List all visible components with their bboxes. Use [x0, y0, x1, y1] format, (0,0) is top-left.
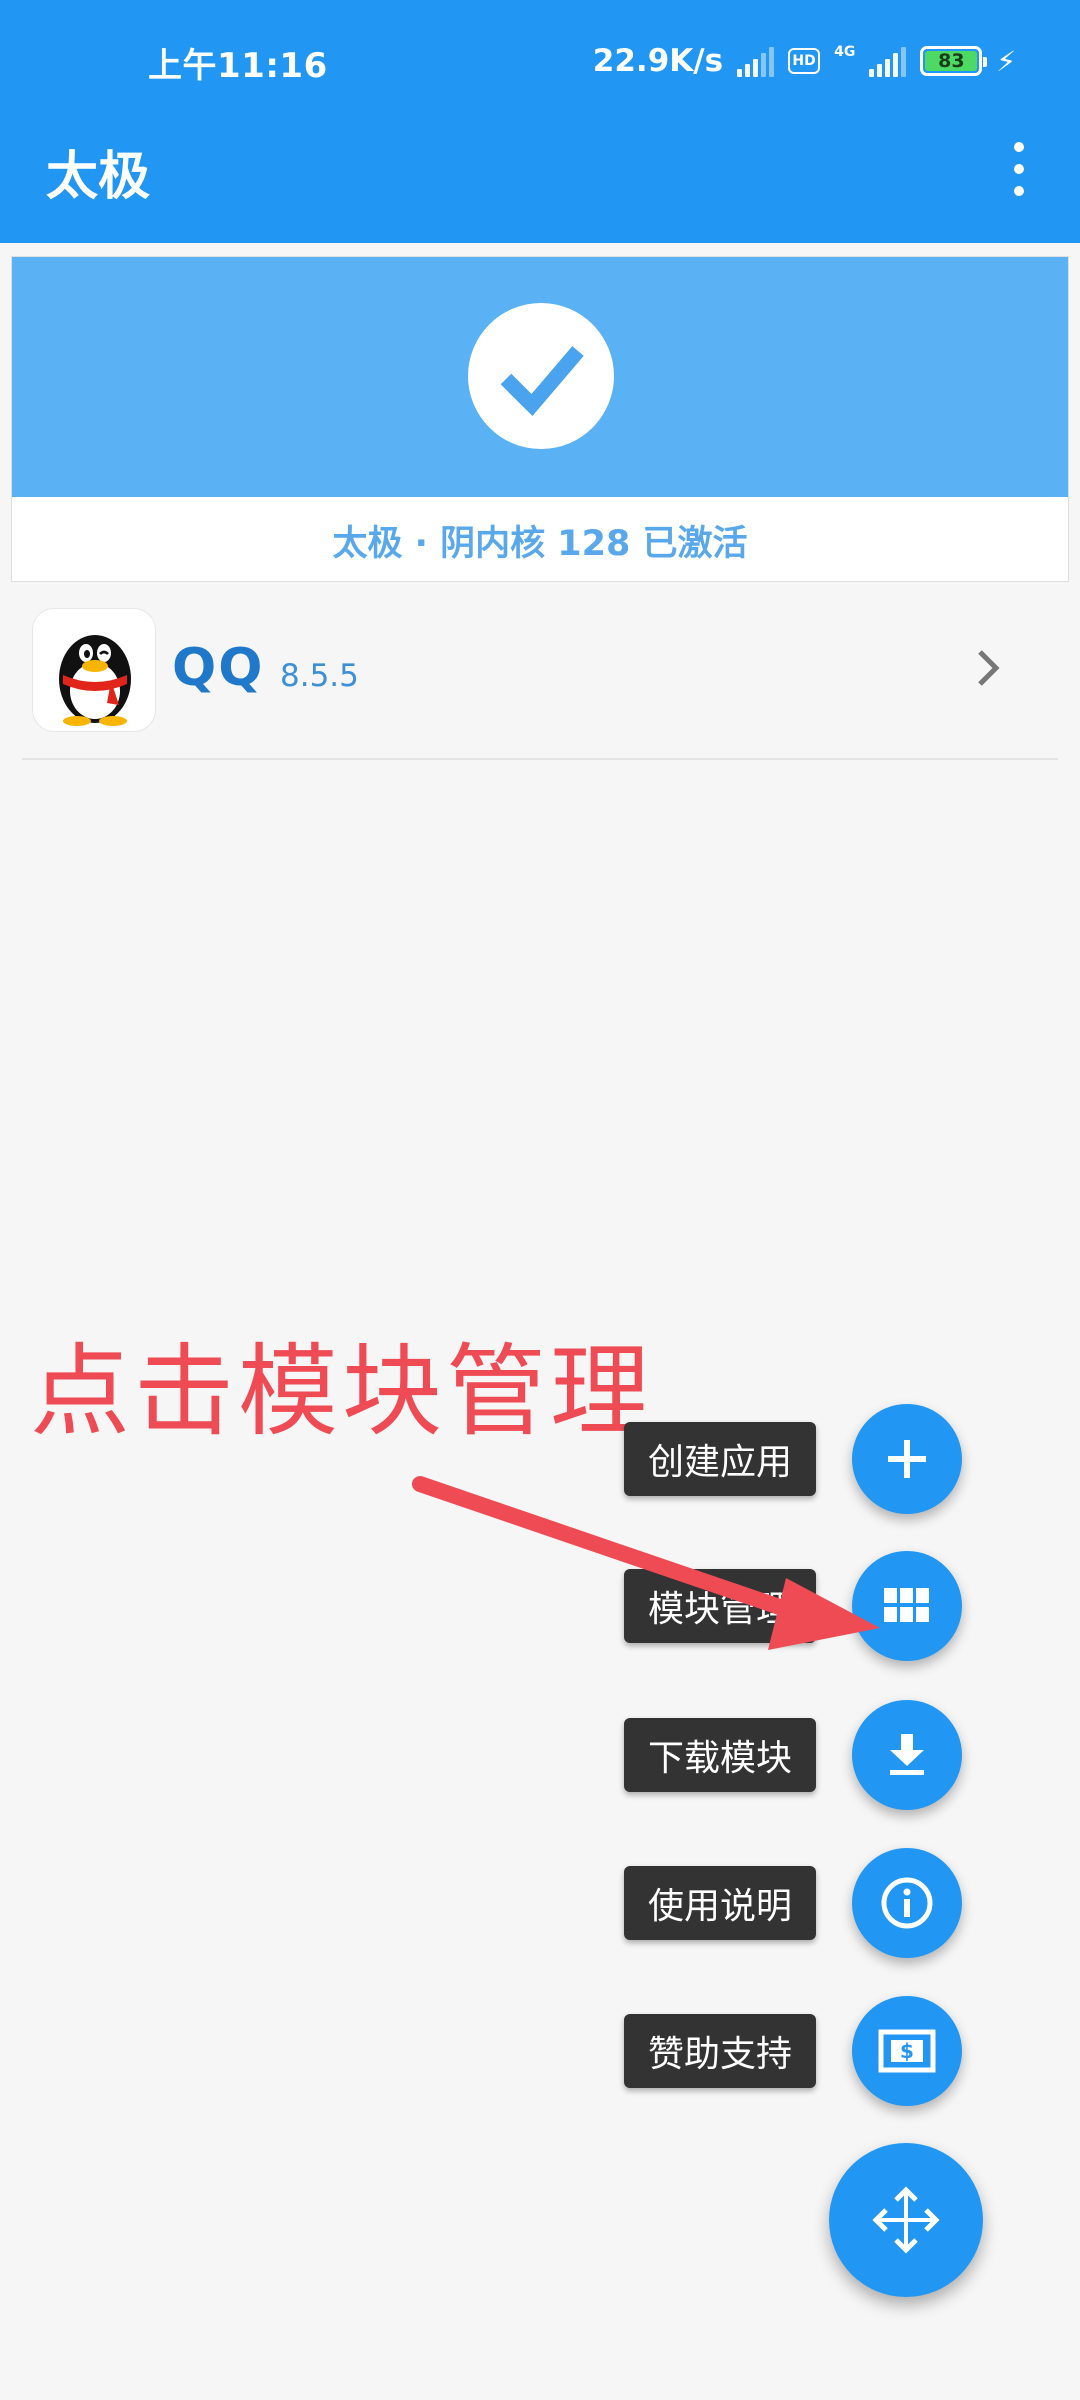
create-app-button[interactable]	[852, 1404, 962, 1514]
info-icon	[881, 1877, 933, 1929]
fab-row-download-module: 下载模块	[462, 1700, 962, 1810]
sponsor-button[interactable]: $	[852, 1996, 962, 2106]
download-icon	[890, 1734, 924, 1775]
battery-icon: 83	[920, 46, 988, 76]
module-manage-label[interactable]: 模块管理	[623, 1569, 816, 1643]
page-title: 太极	[46, 147, 151, 207]
fab-row-usage-guide: 使用说明	[462, 1848, 962, 1958]
battery-level: 83	[925, 50, 978, 72]
check-circle-icon	[468, 303, 614, 449]
app-version: 8.5.5	[280, 658, 359, 694]
wifi-signal-icon	[737, 45, 775, 77]
net-speed: 22.9K/s	[592, 43, 724, 79]
money-icon: $	[878, 2029, 936, 2073]
sponsor-label[interactable]: 赞助支持	[623, 2014, 816, 2088]
main-fab-button[interactable]	[829, 2143, 983, 2297]
activation-banner	[12, 257, 1068, 497]
app-list-item[interactable]: QQ 8.5.5	[22, 596, 1058, 760]
status-indicators: 22.9K/s HD 4G 83 ⚡	[593, 38, 1016, 84]
top-bar: 上午11:16 22.9K/s HD 4G 83 ⚡ 太极	[0, 0, 1080, 243]
create-app-label[interactable]: 创建应用	[623, 1422, 816, 1496]
fab-row-module-manage: 模块管理	[462, 1551, 962, 1661]
charging-bolt-icon: ⚡	[996, 44, 1016, 78]
plus-icon	[888, 1440, 926, 1478]
qq-penguin-icon	[32, 608, 156, 732]
download-module-label[interactable]: 下载模块	[623, 1718, 816, 1792]
app-name: QQ	[172, 638, 265, 698]
usage-guide-label[interactable]: 使用说明	[623, 1866, 816, 1940]
move-arrows-icon	[872, 2186, 940, 2254]
grid-icon	[884, 1588, 929, 1622]
overflow-menu-icon[interactable]	[1006, 142, 1032, 196]
hd-badge: HD	[788, 48, 821, 74]
chevron-right-icon	[978, 650, 1000, 686]
activation-status-text: 太极 · 阴内核 128 已激活	[332, 523, 748, 564]
fab-row-create-app: 创建应用	[462, 1404, 962, 1514]
status-time: 上午11:16	[148, 46, 328, 86]
svg-text:$: $	[900, 2039, 914, 2063]
module-manage-button[interactable]	[852, 1551, 962, 1661]
network-type: 4G	[834, 44, 856, 60]
activation-card: 太极 · 阴内核 128 已激活	[11, 256, 1069, 582]
download-module-button[interactable]	[852, 1700, 962, 1810]
usage-guide-button[interactable]	[852, 1848, 962, 1958]
fab-row-sponsor: 赞助支持 $	[462, 1996, 962, 2106]
status-bar: 上午11:16 22.9K/s HD 4G 83 ⚡	[0, 0, 1080, 118]
cell-signal-icon	[869, 45, 907, 77]
